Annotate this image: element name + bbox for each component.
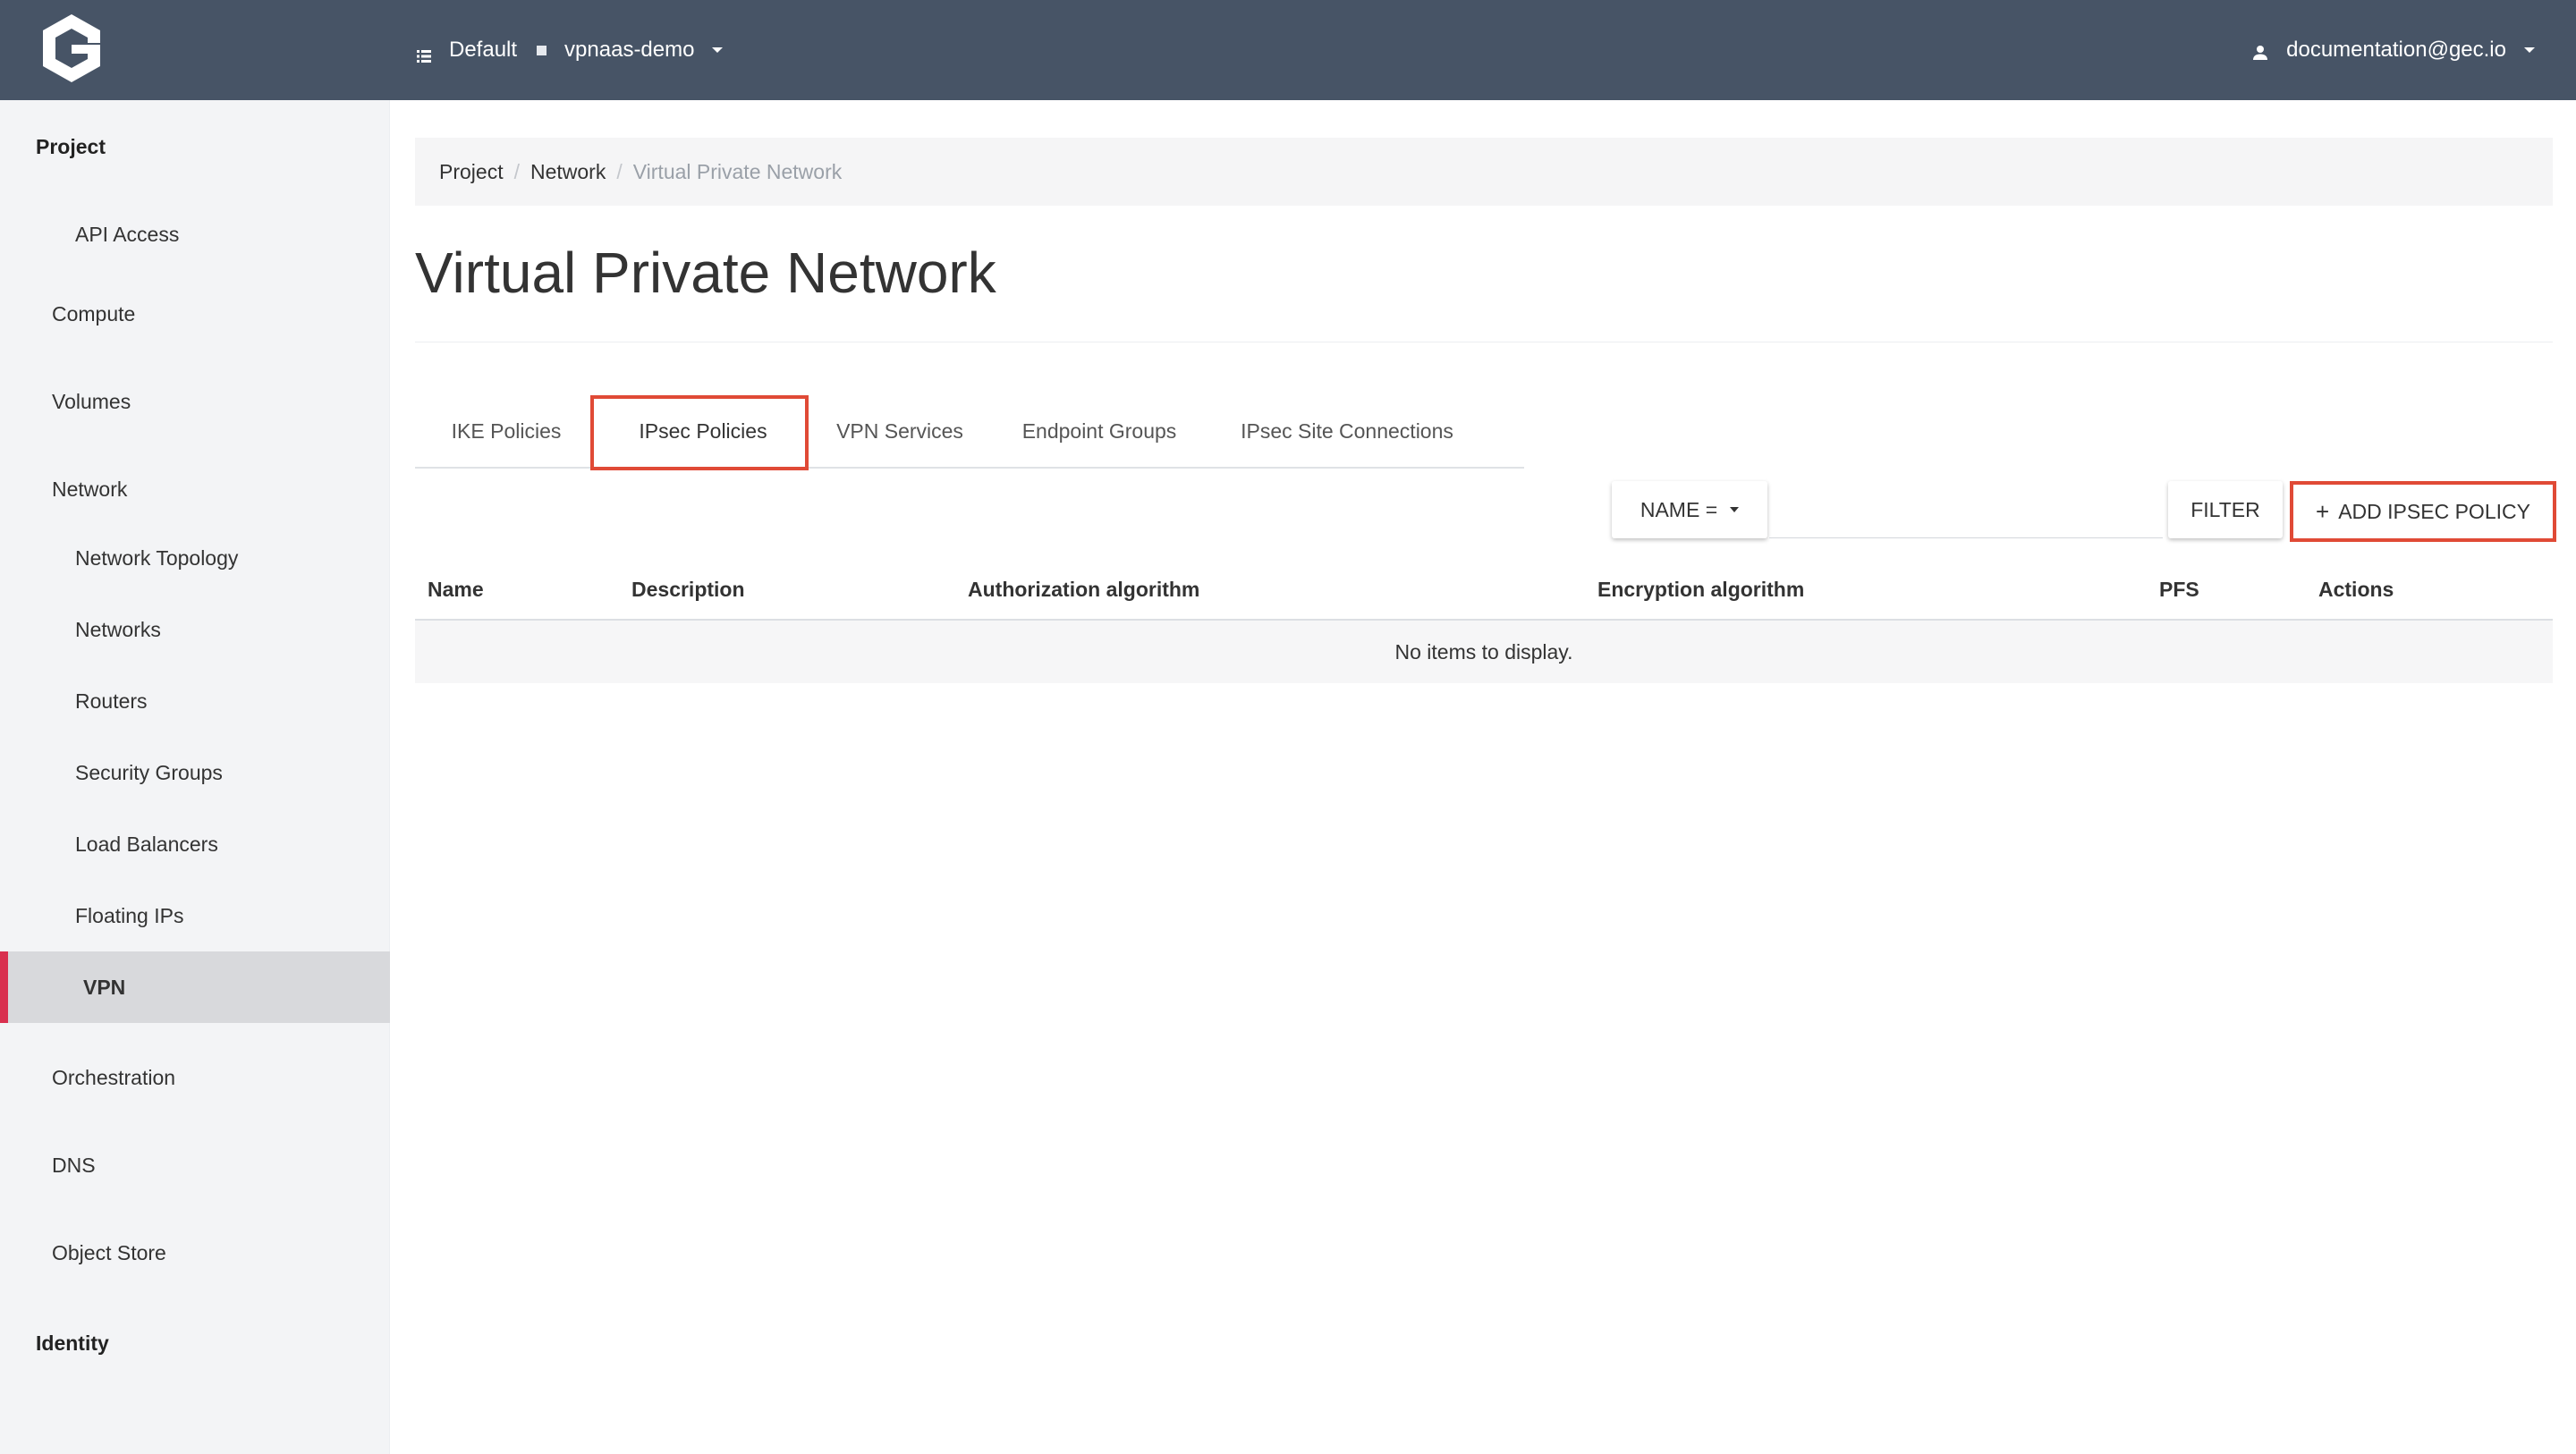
list-icon: [417, 44, 431, 63]
project-selector[interactable]: Default vpnaas-demo: [417, 0, 724, 100]
sidebar-item-vpn[interactable]: VPN: [0, 951, 390, 1023]
sidebar-item-compute[interactable]: Compute: [0, 275, 390, 352]
domain-name: Default: [449, 38, 518, 62]
user-icon: [2252, 42, 2268, 60]
filter-button[interactable]: FILTER: [2168, 481, 2283, 538]
column-header-name[interactable]: Name: [428, 558, 484, 621]
tab-endpoint-groups[interactable]: Endpoint Groups: [991, 393, 1208, 469]
chevron-down-icon: [1730, 507, 1740, 512]
breadcrumb-separator: /: [616, 159, 623, 183]
breadcrumb-item-current: Virtual Private Network: [632, 159, 843, 183]
top-navbar: Default vpnaas-demo documentation@gec.io: [0, 0, 2576, 100]
sidebar-item-networks[interactable]: Networks: [0, 594, 390, 665]
sidebar-item-orchestration[interactable]: Orchestration: [0, 1039, 390, 1116]
user-email: documentation@gec.io: [2286, 38, 2506, 62]
sidebar-item-object-store[interactable]: Object Store: [0, 1214, 390, 1291]
user-menu[interactable]: documentation@gec.io: [2252, 0, 2535, 100]
column-header-actions: Actions: [2318, 577, 2394, 601]
sidebar-item-api-access[interactable]: API Access: [0, 199, 390, 270]
filter-field-label: NAME =: [1640, 497, 1718, 521]
table-header: Name Description Authorization algorithm…: [415, 558, 2553, 621]
column-header-encryption-algorithm[interactable]: Encryption algorithm: [1597, 558, 1804, 621]
table-empty-message: No items to display.: [415, 621, 2553, 683]
sidebar-item-floating-ips[interactable]: Floating IPs: [0, 880, 390, 951]
tab-ipsec-site-connections[interactable]: IPsec Site Connections: [1208, 393, 1487, 469]
column-header-description[interactable]: Description: [631, 558, 745, 621]
tab-ike-policies[interactable]: IKE Policies: [415, 393, 597, 469]
filter-input[interactable]: [1769, 481, 2163, 538]
sidebar-item-dns[interactable]: DNS: [0, 1127, 390, 1204]
column-header-pfs[interactable]: PFS: [2159, 558, 2199, 621]
tab-bar: IKE Policies IPsec Policies VPN Services…: [415, 393, 1524, 470]
brand-logo[interactable]: [38, 11, 106, 86]
sidebar-item-volumes[interactable]: Volumes: [0, 363, 390, 440]
breadcrumb-separator: /: [513, 159, 520, 183]
sidebar-item-load-balancers[interactable]: Load Balancers: [0, 808, 390, 880]
breadcrumb: Project / Network / Virtual Private Netw…: [415, 138, 2553, 206]
sidebar: Project API Access Compute Volumes Netwo…: [0, 100, 390, 1454]
breadcrumb-item-network[interactable]: Network: [530, 160, 606, 184]
filter-field-dropdown[interactable]: NAME =: [1612, 481, 1767, 538]
chevron-down-icon: [712, 47, 724, 53]
tab-vpn-services[interactable]: VPN Services: [809, 393, 991, 469]
breadcrumb-item-project[interactable]: Project: [439, 160, 504, 184]
sidebar-section-identity[interactable]: Identity: [0, 1309, 390, 1377]
sidebar-item-network[interactable]: Network: [0, 451, 390, 528]
sidebar-item-security-groups[interactable]: Security Groups: [0, 737, 390, 808]
project-name: vpnaas-demo: [564, 38, 695, 62]
project-square-icon: [537, 45, 547, 55]
sidebar-item-network-topology[interactable]: Network Topology: [0, 522, 390, 594]
highlight-box-tab: [590, 395, 809, 470]
column-header-authorization-algorithm[interactable]: Authorization algorithm: [968, 558, 1199, 621]
sidebar-section-project[interactable]: Project: [0, 122, 390, 172]
page-title: Virtual Private Network: [415, 241, 996, 305]
highlight-box-add-button: [2290, 481, 2556, 542]
chevron-down-icon: [2524, 47, 2535, 53]
sidebar-item-routers[interactable]: Routers: [0, 665, 390, 737]
